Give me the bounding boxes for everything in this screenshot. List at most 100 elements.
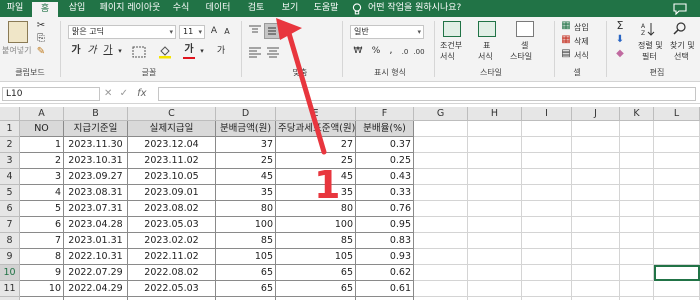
grid-cell[interactable] — [620, 249, 654, 265]
table-cell[interactable]: 2023.08.31 — [64, 185, 128, 201]
grid-cell[interactable] — [654, 249, 700, 265]
table-cell[interactable]: 2023.09.27 — [64, 169, 128, 185]
table-cell[interactable]: 100 — [216, 217, 276, 233]
grid-cell[interactable] — [414, 185, 468, 201]
cell-styles-icon[interactable] — [516, 21, 534, 37]
select-all-corner[interactable] — [0, 107, 20, 121]
row-header[interactable]: 4 — [0, 169, 20, 185]
table-cell[interactable]: 0.25 — [356, 153, 414, 169]
table-cell[interactable]: 2023.05.03 — [128, 217, 216, 233]
grid-cell[interactable] — [654, 121, 700, 137]
delete-cells-icon[interactable]: ▦ — [560, 34, 572, 46]
column-header[interactable]: E — [276, 107, 356, 121]
grid-cell[interactable] — [468, 153, 522, 169]
table-cell[interactable]: 35 — [276, 185, 356, 201]
clear-icon[interactable]: ◆ — [614, 48, 626, 60]
tab-help[interactable]: 도움말 — [308, 0, 344, 17]
grid-cell[interactable] — [522, 137, 572, 153]
table-cell[interactable]: 45 — [216, 169, 276, 185]
grid-cell[interactable] — [572, 121, 620, 137]
table-cell[interactable]: 65 — [216, 281, 276, 297]
grid-cell[interactable] — [468, 249, 522, 265]
grid-cell[interactable] — [620, 217, 654, 233]
grid-cell[interactable] — [414, 249, 468, 265]
grid-cell[interactable] — [620, 137, 654, 153]
table-header-cell[interactable]: NO — [20, 121, 64, 137]
tab-home[interactable]: 홈 — [32, 2, 58, 17]
table-cell[interactable]: 2022.04.29 — [64, 281, 128, 297]
table-cell[interactable]: 100 — [276, 217, 356, 233]
table-cell[interactable]: 65 — [276, 265, 356, 281]
table-header-cell[interactable]: 지급기준일 — [64, 121, 128, 137]
format-cells-label[interactable]: 서식 — [574, 50, 589, 61]
table-cell[interactable]: 2022.08.02 — [128, 265, 216, 281]
paste-button-label[interactable]: 붙여넣기 — [2, 45, 31, 56]
table-cell[interactable]: 65 — [276, 281, 356, 297]
tab-formulas[interactable]: 수식 — [168, 0, 194, 17]
increase-font-icon[interactable]: A — [208, 25, 220, 37]
cancel-entry-icon[interactable]: ✕ — [104, 88, 112, 99]
grid-cell[interactable] — [468, 169, 522, 185]
table-cell[interactable]: 65 — [216, 265, 276, 281]
number-format-select[interactable]: 일반 ▾ — [350, 25, 424, 39]
grid-cell[interactable] — [468, 201, 522, 217]
table-cell[interactable]: 2022.11.02 — [128, 249, 216, 265]
table-cell[interactable]: 2 — [20, 153, 64, 169]
grid-cell[interactable] — [654, 137, 700, 153]
formula-input[interactable] — [158, 87, 696, 101]
table-cell[interactable]: 2023.01.31 — [64, 233, 128, 249]
row-header[interactable]: 5 — [0, 185, 20, 201]
font-size-select[interactable]: 11 ▾ — [179, 25, 205, 39]
table-cell[interactable]: 80 — [276, 201, 356, 217]
column-header[interactable]: I — [522, 107, 572, 121]
table-cell[interactable]: 0.43 — [356, 169, 414, 185]
conditional-formatting-label[interactable]: 조건부 — [440, 40, 462, 51]
grid-cell[interactable] — [522, 217, 572, 233]
grid-cell[interactable] — [468, 137, 522, 153]
grid-cell[interactable] — [414, 265, 468, 281]
grid-cell[interactable] — [654, 233, 700, 249]
row-header[interactable]: 6 — [0, 201, 20, 217]
insert-cells-label[interactable]: 삽입 — [574, 22, 589, 33]
align-top-icon[interactable] — [248, 25, 262, 37]
align-left-icon[interactable] — [248, 46, 262, 58]
tell-me-search[interactable]: 어떤 작업을 원하시나요? — [368, 0, 488, 17]
grid-cell[interactable] — [522, 265, 572, 281]
grid-cell[interactable] — [414, 169, 468, 185]
align-middle-button[interactable] — [264, 23, 280, 39]
fill-color-icon[interactable] — [158, 45, 172, 59]
row-header[interactable]: 8 — [0, 233, 20, 249]
find-select-icon[interactable] — [672, 21, 688, 37]
grid-cell[interactable] — [414, 201, 468, 217]
comma-style-icon[interactable]: , — [386, 45, 396, 57]
table-cell[interactable]: 85 — [216, 233, 276, 249]
table-cell[interactable]: 4 — [20, 185, 64, 201]
grid-cell[interactable] — [620, 153, 654, 169]
autosum-icon[interactable]: Σ — [614, 20, 626, 32]
grid-cell[interactable] — [620, 233, 654, 249]
name-box[interactable]: L10 — [2, 87, 100, 101]
grid-cell[interactable] — [572, 217, 620, 233]
grid-cell[interactable] — [468, 185, 522, 201]
table-header-cell[interactable]: 실제지급일 — [128, 121, 216, 137]
row-header[interactable]: 7 — [0, 217, 20, 233]
paste-icon[interactable] — [8, 21, 28, 43]
grid-cell[interactable] — [468, 265, 522, 281]
table-cell[interactable]: 37 — [216, 137, 276, 153]
grid-cell[interactable] — [654, 217, 700, 233]
table-cell[interactable]: 2023.10.31 — [64, 153, 128, 169]
column-header[interactable]: D — [216, 107, 276, 121]
grid-cell[interactable] — [468, 121, 522, 137]
row-header[interactable]: 2 — [0, 137, 20, 153]
column-header[interactable]: F — [356, 107, 414, 121]
table-cell[interactable]: 5 — [20, 201, 64, 217]
table-header-cell[interactable]: 분배율(%) — [356, 121, 414, 137]
tab-file[interactable]: 파일 — [0, 0, 30, 17]
grid-cell[interactable] — [522, 185, 572, 201]
grid-cell[interactable] — [654, 153, 700, 169]
italic-icon[interactable]: 가 — [86, 45, 98, 57]
table-cell[interactable]: 0.37 — [356, 137, 414, 153]
table-cell[interactable]: 25 — [276, 153, 356, 169]
grid-cell[interactable] — [620, 201, 654, 217]
table-cell[interactable]: 2023.10.05 — [128, 169, 216, 185]
